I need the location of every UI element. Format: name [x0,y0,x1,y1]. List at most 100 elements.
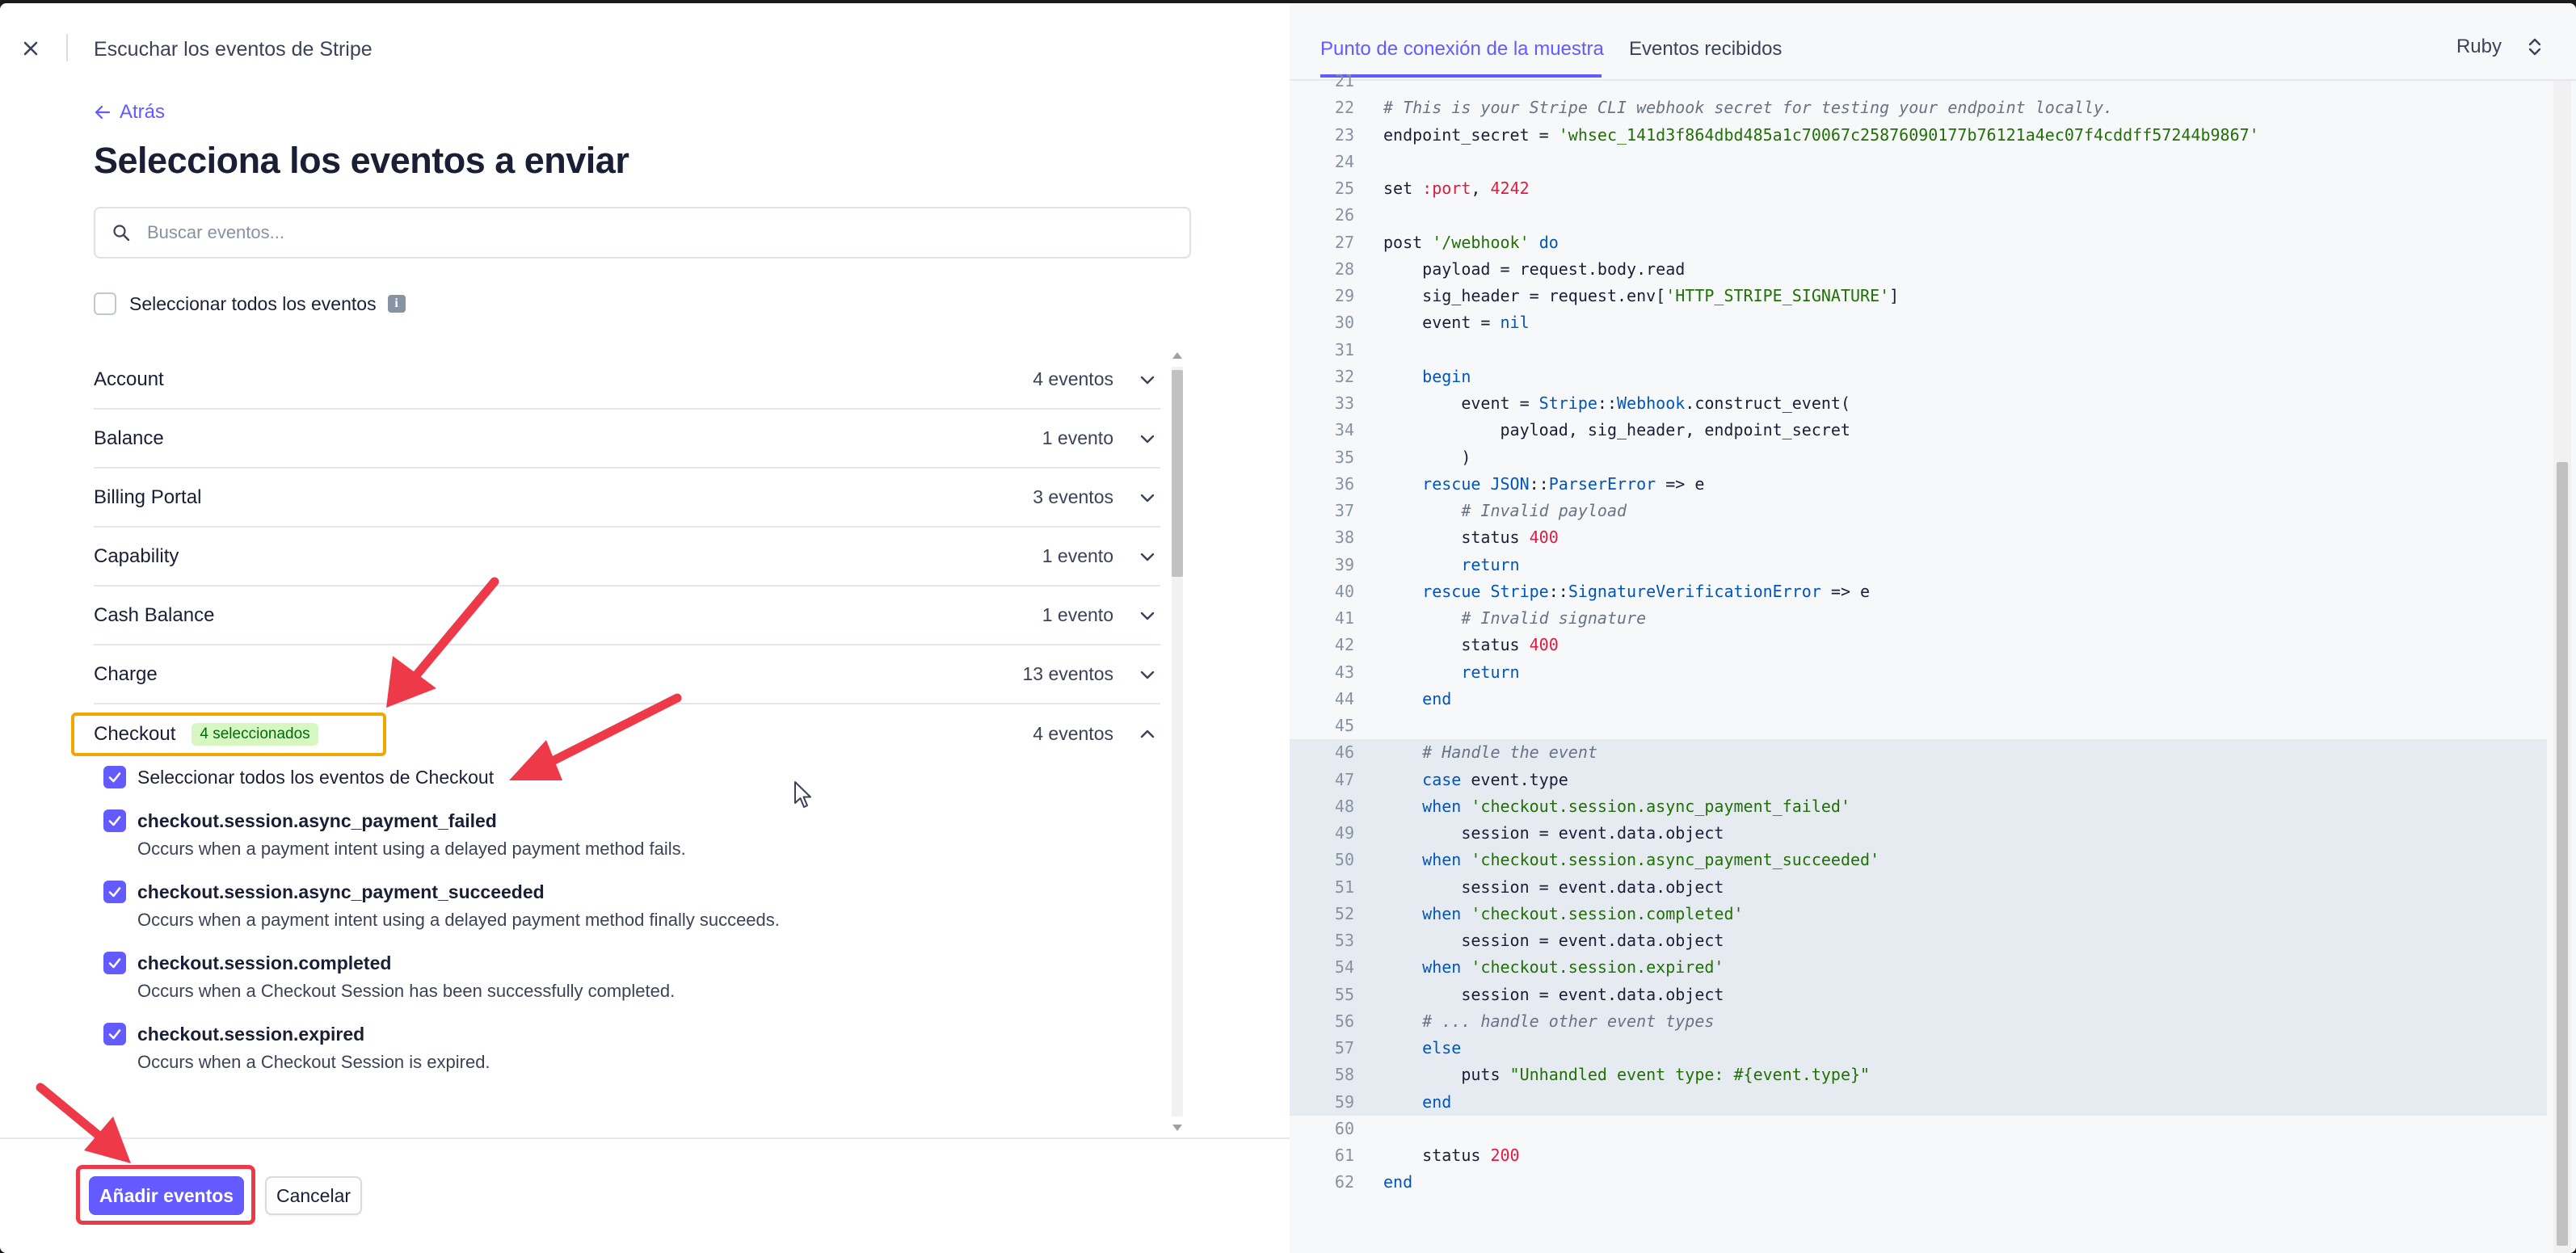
line-number: 48 [1334,796,1354,816]
line-number: 24 [1334,151,1354,171]
line-number: 35 [1334,447,1354,467]
code-text: case event.type [1422,769,1568,789]
event-description: Occurs when a payment intent using a del… [137,839,686,859]
code-line: 53 session = event.data.object [1290,927,2547,955]
code-line: 49 session = event.data.object [1290,820,2547,847]
line-number: 31 [1334,339,1354,360]
code-line: 32 begin [1290,364,2547,390]
code-text: status 200 [1383,1146,1520,1165]
tab-sample-endpoint[interactable]: Punto de conexión de la muestra [1320,36,1604,63]
code-scroll-thumb[interactable] [2557,462,2568,1246]
chevron-down-icon [1140,553,1155,561]
code-line: 25 set :port, 4242 [1290,175,2547,202]
code-text: when 'checkout.session.completed' [1422,903,1744,923]
info-icon[interactable]: i [387,295,406,313]
line-number: 55 [1334,984,1354,1004]
back-link[interactable]: Atrás [94,99,165,126]
code-line: 21 [1290,68,2547,95]
search-input[interactable] [147,222,1117,243]
code-line: 43 return [1290,659,2547,686]
code-line: 42 status 400 [1290,632,2547,658]
code-line: 58 puts "Unhandled event type: #{event.t… [1290,1062,2547,1089]
scroll-up-icon[interactable] [1172,352,1182,359]
event-checkbox[interactable] [103,881,126,903]
event-checkbox[interactable] [103,1023,126,1045]
code-text: # ... handle other event types [1383,1011,1715,1031]
checkout-select-all-checkbox[interactable] [103,766,126,788]
code-line: 27 post '/webhook' do [1290,229,2547,256]
back-label: Atrás [120,101,166,123]
search-box[interactable] [94,207,1191,259]
code-line: 40 rescue Stripe::SignatureVerificationE… [1290,578,2547,605]
check-icon [108,887,121,898]
line-number: 59 [1334,1091,1354,1112]
code-line: 39 return [1290,552,2547,578]
code-text: begin [1422,366,1471,386]
line-number: 26 [1334,205,1354,225]
line-number: 46 [1334,742,1354,763]
code-panel: Punto de conexión de la muestra Eventos … [1290,3,2576,1253]
line-number: 36 [1334,473,1354,494]
category-row-cash-balance[interactable]: Cash Balance 1 evento [94,587,1160,645]
tab-received-events[interactable]: Eventos recibidos [1629,36,1782,63]
category-row-checkout[interactable]: Checkout 4 seleccionados 4 eventos [94,704,1160,763]
line-number: 28 [1334,259,1354,279]
category-row-charge[interactable]: Charge 13 eventos [94,645,1160,704]
language-select[interactable]: Ruby [2456,36,2544,58]
code-line: 36 rescue JSON::ParserError => e [1290,471,2547,498]
code-line: 54 when 'checkout.session.expired' [1290,954,2547,982]
category-row-billing-portal[interactable]: Billing Portal 3 eventos [94,469,1160,528]
code-line: 33 event = Stripe::Webhook.construct_eve… [1290,390,2547,417]
category-row-balance[interactable]: Balance 1 evento [94,410,1160,469]
code-text: when 'checkout.session.async_payment_suc… [1422,850,1880,870]
close-icon[interactable] [18,36,44,61]
category-name: Cash Balance [94,603,215,626]
code-text: # This is your Stripe CLI webhook secret… [1383,98,2114,118]
code-line: 29 sig_header = request.env['HTTP_STRIPE… [1290,283,2547,309]
code-text: rescue Stripe::SignatureVerificationErro… [1422,581,1871,601]
event-checkbox[interactable] [103,952,126,974]
category-row-account[interactable]: Account 4 eventos [94,351,1160,410]
checkout-select-all-row: Seleccionar todos los eventos de Checkou… [103,766,494,788]
code-text: end [1422,688,1452,708]
code-line: 48 when 'checkout.session.async_payment_… [1290,793,2547,820]
event-name: checkout.session.async_payment_succeeded [137,881,545,902]
category-name: Capability [94,545,179,567]
line-number: 30 [1334,313,1354,333]
check-icon [108,772,121,783]
code-line: 30 event = nil [1290,309,2547,336]
line-number: 61 [1334,1146,1354,1165]
category-count: 3 eventos [1033,486,1113,507]
select-all-checkbox[interactable] [94,292,116,315]
cancel-button[interactable]: Cancelar [265,1176,362,1215]
mouse-cursor-icon [794,781,811,808]
event-description: Occurs when a payment intent using a del… [137,910,780,930]
arrow-left-icon [95,105,111,120]
event-checkbox[interactable] [103,809,126,832]
line-number: 41 [1334,608,1354,628]
code-line: 28 payload = request.body.read [1290,256,2547,283]
app-window: Escuchar los eventos de Stripe Atrás Sel… [0,3,2576,1253]
scroll-down-icon[interactable] [1172,1125,1182,1131]
code-text: endpoint_secret = 'whsec_141d3f864dbd485… [1383,124,2259,145]
event-item: checkout.session.expired Occurs when a C… [103,1023,490,1073]
line-number: 40 [1334,581,1354,601]
scroll-thumb[interactable] [1172,370,1183,577]
dialog-title: Escuchar los eventos de Stripe [94,38,373,61]
code-text: else [1422,1038,1462,1057]
code-text: puts "Unhandled event type: #{event.type… [1383,1065,1871,1085]
code-text: # Invalid payload [1383,501,1627,520]
category-row-capability[interactable]: Capability 1 evento [94,528,1160,587]
line-number: 53 [1334,931,1354,950]
code-block: 21 22 # This is your Stripe CLI webhook se… [1290,68,2547,1240]
line-number: 39 [1334,554,1354,574]
add-events-button[interactable]: Añadir eventos [89,1176,244,1215]
event-description: Occurs when a Checkout Session has been … [137,981,676,1001]
list-scrollbar[interactable] [1168,349,1186,1134]
line-number: 22 [1334,98,1354,118]
code-text: return [1461,662,1520,682]
line-number: 34 [1334,420,1354,440]
code-line: 56 # ... handle other event types [1290,1007,2547,1035]
search-icon [113,225,130,242]
code-text: when 'checkout.session.async_payment_fai… [1422,796,1850,816]
